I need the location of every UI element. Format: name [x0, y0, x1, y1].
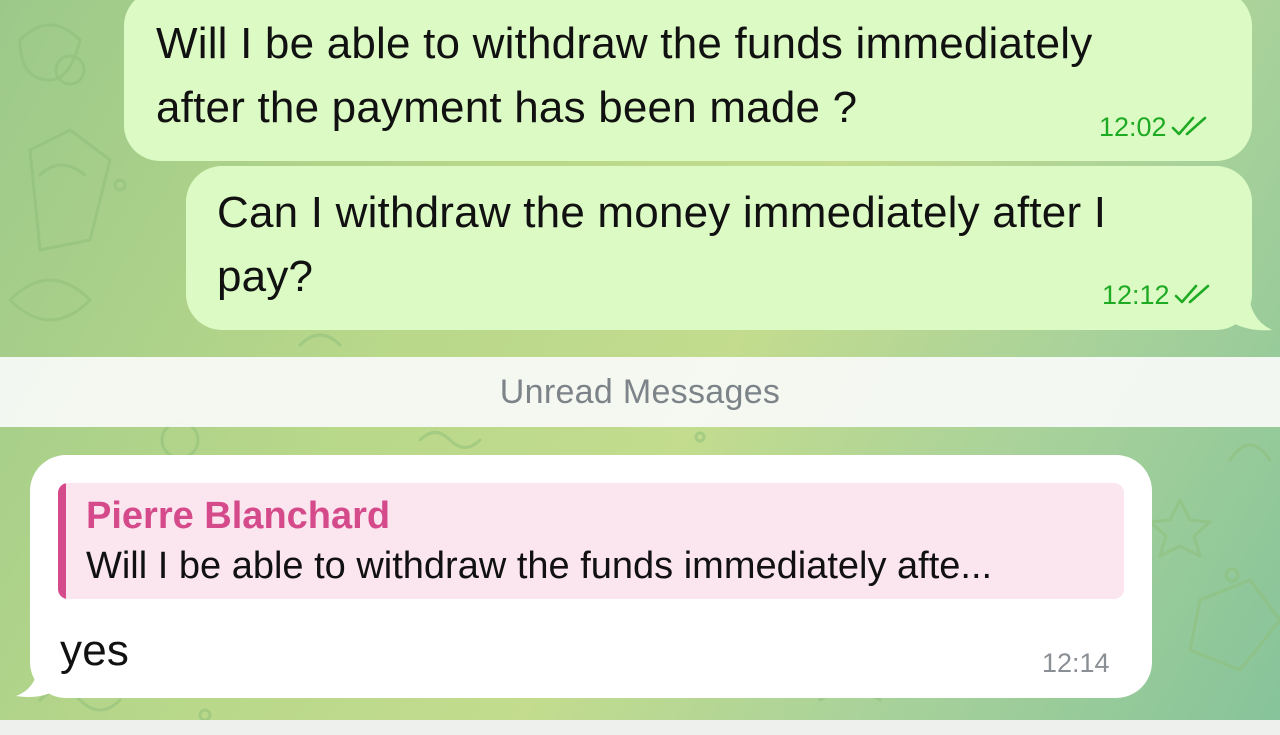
message-meta: 12:02 — [1099, 112, 1209, 142]
message-time: 12:14 — [1042, 648, 1110, 678]
bubble-tail — [1228, 290, 1272, 331]
message-time: 12:12 — [1102, 280, 1170, 310]
message-meta: 12:12 — [1102, 280, 1212, 310]
message-text: Can I withdraw the money immediately aft… — [217, 188, 1107, 301]
message-time: 12:02 — [1099, 112, 1167, 142]
outgoing-message-bubble[interactable]: Can I withdraw the money immediately aft… — [186, 166, 1252, 330]
reply-quote[interactable]: Pierre Blanchard Will I be able to withd… — [58, 483, 1124, 599]
reply-quoted-text: Will I be able to withdraw the funds imm… — [86, 545, 993, 587]
double-check-icon — [1171, 116, 1209, 138]
outgoing-message-bubble[interactable]: Will I be able to withdraw the funds imm… — [124, 0, 1252, 161]
reply-sender-name: Pierre Blanchard — [86, 495, 391, 537]
unread-messages-label: Unread Messages — [499, 372, 781, 411]
bubble-tail — [16, 658, 60, 697]
reply-accent-bar — [58, 483, 66, 599]
message-meta: 12:14 — [1042, 648, 1110, 678]
unread-messages-separator: Unread Messages — [0, 357, 1280, 427]
double-check-icon — [1174, 284, 1212, 306]
message-text: Will I be able to withdraw the funds imm… — [156, 19, 1093, 132]
composer-edge — [0, 720, 1280, 735]
incoming-message-bubble[interactable]: Pierre Blanchard Will I be able to withd… — [30, 455, 1152, 698]
message-text: yes — [60, 626, 130, 675]
